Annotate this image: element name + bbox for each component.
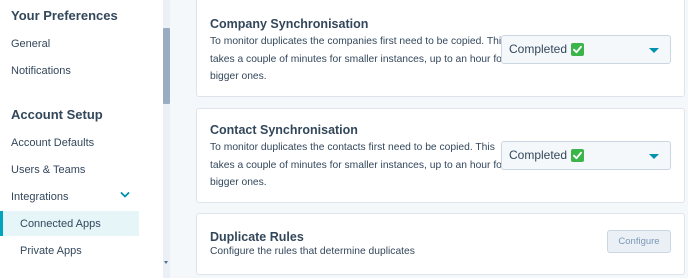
- select-value: Completed: [509, 148, 585, 162]
- company-sync-title: Company Synchronisation: [210, 17, 369, 31]
- sidebar-item-general[interactable]: General: [11, 35, 50, 53]
- duplicate-rules-description: Configure the rules that determine dupli…: [210, 246, 415, 257]
- caret-down-icon: [649, 154, 659, 159]
- contact-sync-status-select[interactable]: Completed: [501, 141, 671, 170]
- contact-sync-description: To monitor duplicates the contacts first…: [210, 142, 506, 188]
- scroll-down-arrow-icon[interactable]: [164, 261, 168, 264]
- section-title-account-setup: Account Setup: [11, 107, 103, 122]
- duplicate-rules-card: Duplicate Rules Configure the rules that…: [196, 213, 685, 275]
- contact-sync-title: Contact Synchronisation: [210, 123, 358, 137]
- active-item-indicator: [0, 211, 3, 236]
- company-sync-card: Company Synchronisation To monitor dupli…: [196, 0, 685, 97]
- caret-down-icon: [649, 48, 659, 53]
- sidebar-scrollbar[interactable]: [163, 0, 170, 278]
- company-sync-status-select[interactable]: Completed: [501, 35, 671, 64]
- company-sync-status-text: Completed: [509, 42, 568, 56]
- sidebar-item-users-teams[interactable]: Users & Teams: [11, 161, 85, 179]
- section-title-preferences: Your Preferences: [11, 8, 118, 23]
- contact-sync-status-text: Completed: [509, 148, 568, 162]
- contact-sync-card: Contact Synchronisation To monitor dupli…: [196, 108, 685, 203]
- scrollbar-thumb[interactable]: [163, 28, 170, 104]
- sidebar-item-account-defaults[interactable]: Account Defaults: [11, 134, 94, 152]
- sidebar-item-connected-apps[interactable]: Connected Apps: [20, 215, 101, 233]
- configure-button[interactable]: Configure: [607, 230, 671, 253]
- select-value: Completed: [509, 42, 585, 56]
- sidebar-item-notifications[interactable]: Notifications: [11, 62, 71, 80]
- sidebar: Your Preferences General Notifications A…: [0, 0, 163, 278]
- company-sync-description: To monitor duplicates the companies firs…: [210, 36, 507, 82]
- check-mark-icon: [571, 148, 585, 162]
- sidebar-item-private-apps[interactable]: Private Apps: [20, 242, 82, 260]
- sidebar-item-integrations[interactable]: Integrations: [11, 188, 68, 206]
- duplicate-rules-title: Duplicate Rules: [210, 230, 304, 244]
- chevron-down-icon[interactable]: [120, 190, 130, 200]
- settings-page: Your Preferences General Notifications A…: [0, 0, 688, 278]
- check-mark-icon: [571, 42, 585, 56]
